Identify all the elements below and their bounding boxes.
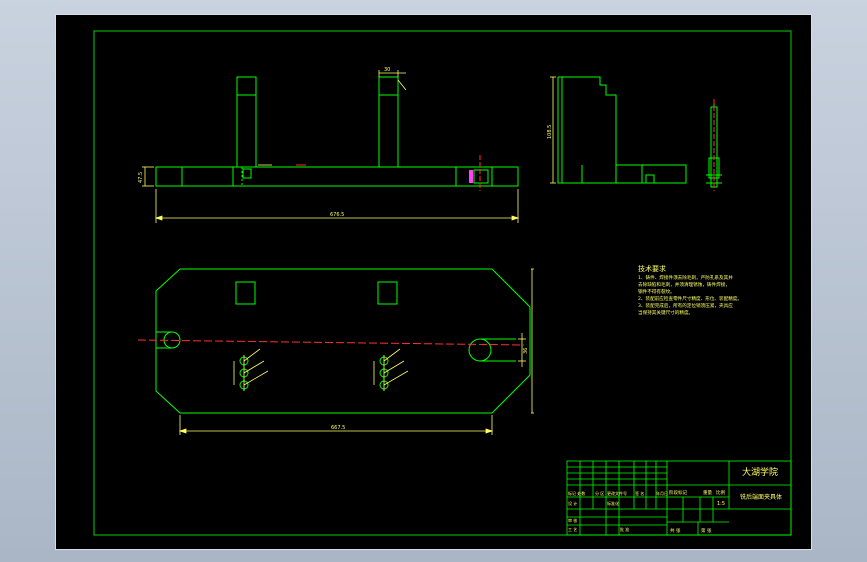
front-view [155,76,519,187]
label-designer: 设 计 [568,500,577,506]
dim-plan-hole: 36 [523,348,529,354]
notes-line-3: 钢件不得有裂纹。 [638,288,675,295]
notes-line-6: 当保持其关键尺寸的精度。 [638,309,693,316]
cad-drawing: 676.5 47.5 30 108.5 667.5 36 技术要求 1、铸件、焊… [93,30,792,536]
front-base-plate [155,166,519,187]
notes-line-1: 1、铸件、焊接件须去除毛刺，严防孔系及其并 [638,274,733,281]
plan-slot-right [468,338,492,362]
notes-line-4: 2、装配前应检查零件尺寸精度、形位、装配精度。 [638,295,742,302]
front-post-right [378,76,399,168]
side-view [557,76,722,188]
front-dimensions [142,70,520,223]
label-sign: 签 名 [635,490,644,496]
label-weight: 重量 [703,489,712,496]
label-change: 更改文件号 [607,490,627,496]
dim-post-width: 30 [384,67,390,73]
label-review: 审 核 [568,517,577,523]
school-name: 大湖学院 [742,466,778,478]
sheet-no: 第 张 [701,527,712,534]
label-date: 年月日 [656,490,668,496]
notes-title: 技术要求 [638,264,666,273]
dim-side-height: 108.5 [547,125,553,139]
dim-front-height: 47.5 [138,172,144,183]
label-scale: 比例 [716,489,725,496]
plan-pocket-right [377,281,398,305]
label-division: 分 区 [595,490,604,496]
front-pin-right [473,169,489,184]
plan-pocket-left [235,281,256,305]
label-stage: 阶段标记 [669,489,687,496]
notes-line-2: 去除缺陷和毛刺，并须清理锈蚀，铸件焊接， [638,281,730,288]
sheet-total: 共 张 [670,527,681,534]
side-profile [557,76,687,184]
label-process: 工 艺 [568,527,577,532]
label-marker: 标记 处数 [568,490,585,496]
technical-notes: 技术要求 1、铸件、焊接件须去除毛刺，严防孔系及其并 去除缺陷和毛刺，并须清理锈… [638,264,742,316]
plan-centerline [137,339,525,346]
title-block-text: 大湖学院 铣后端面夹具体 阶段标记 重量 比例 1:5 共 张 第 张 标记 处… [568,466,782,534]
front-post-left [236,76,257,168]
notes-line-5: 3、装配完成后，所有的定位销须压紧，夹具应 [638,302,733,309]
label-approve: 批 准 [620,526,629,532]
cad-viewport[interactable]: 676.5 47.5 30 108.5 667.5 36 技术要求 1、铸件、焊… [55,14,812,550]
front-bushing-mark [469,170,473,183]
plan-dimensions [178,268,534,435]
plan-view [155,268,531,414]
drawing-name: 铣后端面夹具体 [740,493,782,501]
front-pin-left [242,168,252,179]
dim-front-length: 676.5 [330,212,344,218]
label-standard: 标准化 [607,500,619,506]
dim-plan-length: 667.5 [331,425,345,431]
scale-value: 1:5 [717,501,725,507]
